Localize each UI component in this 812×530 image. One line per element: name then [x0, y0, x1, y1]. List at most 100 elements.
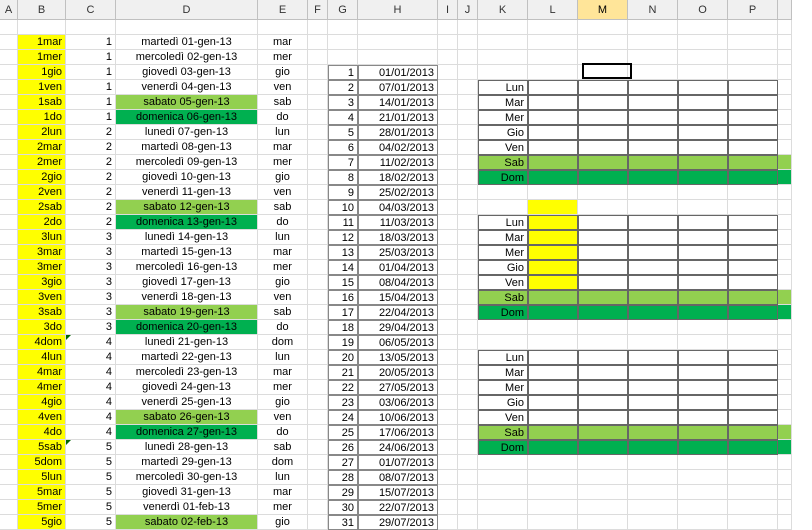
cell-l[interactable]: [528, 350, 578, 365]
cell-e[interactable]: sab: [258, 440, 308, 455]
cell-f[interactable]: [308, 80, 328, 95]
cell-c[interactable]: 3: [66, 260, 116, 275]
cell-b[interactable]: 5sab: [18, 440, 66, 455]
cell-empty[interactable]: [116, 20, 258, 35]
cell-o[interactable]: [678, 260, 728, 275]
cell-end[interactable]: [778, 380, 792, 395]
cell-d[interactable]: martedì 01-gen-13: [116, 35, 258, 50]
cell-c[interactable]: 2: [66, 155, 116, 170]
cell-f[interactable]: [308, 35, 328, 50]
cell-h[interactable]: 01/04/2013: [358, 260, 438, 275]
cell-l[interactable]: [528, 290, 578, 305]
cell-e[interactable]: ven: [258, 80, 308, 95]
cell-a[interactable]: [0, 515, 18, 530]
cell-d[interactable]: domenica 27-gen-13: [116, 425, 258, 440]
col-header-J[interactable]: J: [458, 0, 478, 20]
cell-empty[interactable]: [438, 20, 458, 35]
cell-n[interactable]: [628, 65, 678, 80]
cell-b[interactable]: 5lun: [18, 470, 66, 485]
col-header-E[interactable]: E: [258, 0, 308, 20]
cell-j[interactable]: [458, 305, 478, 320]
cell-end[interactable]: [778, 65, 792, 80]
cell-j[interactable]: [458, 335, 478, 350]
cell-i[interactable]: [438, 395, 458, 410]
cell-p[interactable]: [728, 425, 778, 440]
cell-o[interactable]: [678, 290, 728, 305]
cell-a[interactable]: [0, 230, 18, 245]
cell-o[interactable]: [678, 50, 728, 65]
col-header-M[interactable]: M: [578, 0, 628, 20]
cell-n[interactable]: [628, 200, 678, 215]
cell-c[interactable]: 4: [66, 395, 116, 410]
cell-e[interactable]: do: [258, 110, 308, 125]
cell-o[interactable]: [678, 320, 728, 335]
cell-i[interactable]: [438, 320, 458, 335]
cell-e[interactable]: ven: [258, 290, 308, 305]
cell-end[interactable]: [778, 185, 792, 200]
cell-p[interactable]: [728, 50, 778, 65]
cell-m[interactable]: [578, 110, 628, 125]
cell-p[interactable]: [728, 440, 778, 455]
col-header-L[interactable]: L: [528, 0, 578, 20]
cell-m[interactable]: [578, 125, 628, 140]
cell-g[interactable]: 4: [328, 110, 358, 125]
cell-o[interactable]: [678, 395, 728, 410]
cell-f[interactable]: [308, 65, 328, 80]
cell-k[interactable]: [478, 320, 528, 335]
cell-end[interactable]: [778, 110, 792, 125]
cell-l[interactable]: [528, 35, 578, 50]
cell-m[interactable]: [578, 365, 628, 380]
cell-h[interactable]: 08/07/2013: [358, 470, 438, 485]
cell-f[interactable]: [308, 440, 328, 455]
cell-o[interactable]: [678, 365, 728, 380]
cell-l[interactable]: [528, 485, 578, 500]
cell-a[interactable]: [0, 95, 18, 110]
cell-g[interactable]: 22: [328, 380, 358, 395]
cell-c[interactable]: 1: [66, 65, 116, 80]
cell-p[interactable]: [728, 260, 778, 275]
cell-f[interactable]: [308, 50, 328, 65]
cell-n[interactable]: [628, 470, 678, 485]
cell-m[interactable]: [578, 65, 628, 80]
cell-end[interactable]: [778, 230, 792, 245]
cell-h[interactable]: 25/03/2013: [358, 245, 438, 260]
cell-g[interactable]: 17: [328, 305, 358, 320]
cell-k[interactable]: Sab: [478, 155, 528, 170]
cell-g[interactable]: 16: [328, 290, 358, 305]
cell-b[interactable]: 2mar: [18, 140, 66, 155]
cell-b[interactable]: 3lun: [18, 230, 66, 245]
cell-g[interactable]: 27: [328, 455, 358, 470]
cell-f[interactable]: [308, 410, 328, 425]
cell-j[interactable]: [458, 260, 478, 275]
cell-e[interactable]: mar: [258, 35, 308, 50]
cell-n[interactable]: [628, 140, 678, 155]
cell-i[interactable]: [438, 515, 458, 530]
cell-j[interactable]: [458, 80, 478, 95]
col-header-G[interactable]: G: [328, 0, 358, 20]
cell-l[interactable]: [528, 305, 578, 320]
cell-n[interactable]: [628, 455, 678, 470]
cell-c[interactable]: 5: [66, 470, 116, 485]
cell-e[interactable]: dom: [258, 335, 308, 350]
cell-j[interactable]: [458, 485, 478, 500]
cell-f[interactable]: [308, 230, 328, 245]
cell-o[interactable]: [678, 230, 728, 245]
cell-k[interactable]: [478, 50, 528, 65]
cell-g[interactable]: 6: [328, 140, 358, 155]
cell-p[interactable]: [728, 215, 778, 230]
cell-d[interactable]: martedì 22-gen-13: [116, 350, 258, 365]
cell-i[interactable]: [438, 290, 458, 305]
cell-n[interactable]: [628, 410, 678, 425]
cell-g[interactable]: 31: [328, 515, 358, 530]
cell-i[interactable]: [438, 110, 458, 125]
cell-g[interactable]: 8: [328, 170, 358, 185]
cell-j[interactable]: [458, 515, 478, 530]
cell-o[interactable]: [678, 245, 728, 260]
cell-c[interactable]: 1: [66, 110, 116, 125]
cell-k[interactable]: [478, 200, 528, 215]
cell-g[interactable]: 29: [328, 485, 358, 500]
cell-c[interactable]: 2: [66, 170, 116, 185]
cell-c[interactable]: 2: [66, 125, 116, 140]
cell-d[interactable]: mercoledì 16-gen-13: [116, 260, 258, 275]
cell-l[interactable]: [528, 125, 578, 140]
